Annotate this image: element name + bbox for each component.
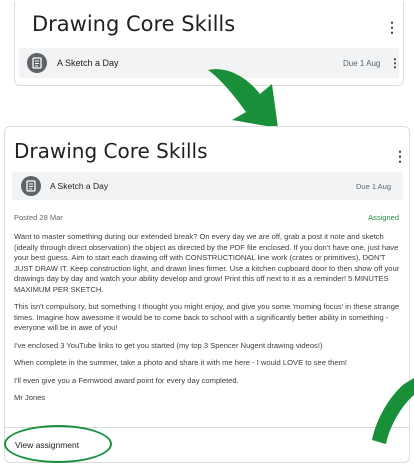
curved-arrow-icon [372,378,414,444]
